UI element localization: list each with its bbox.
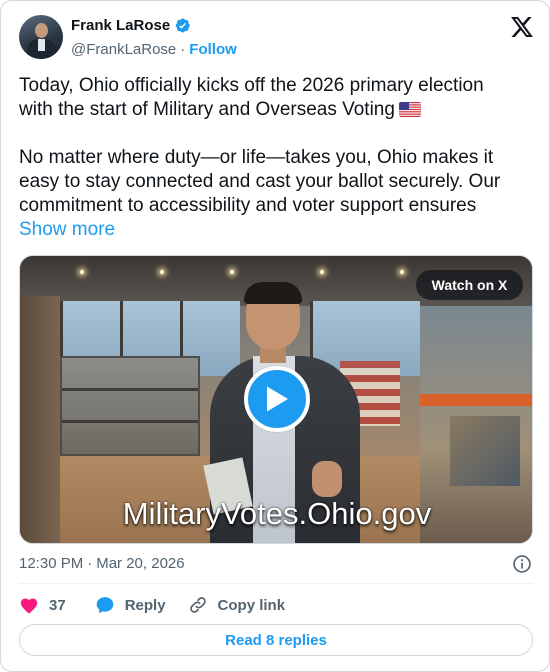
heart-icon — [20, 598, 38, 614]
copy-link-label: Copy link — [217, 596, 286, 614]
case-shelf — [62, 420, 198, 423]
author-handle-row: @FrankLaRose · Follow — [71, 41, 237, 58]
us-flag-icon — [398, 102, 421, 117]
video-player[interactable]: Watch on X MilitaryVotes.Ohio.gov — [19, 255, 533, 544]
video-caption: MilitaryVotes.Ohio.gov — [122, 496, 432, 531]
copy-link-button[interactable]: Copy link — [188, 595, 286, 615]
reply-button[interactable]: Reply — [95, 595, 166, 615]
exhibit-image — [450, 416, 520, 486]
footer-divider — [19, 583, 533, 584]
tweet-line-1: Today, Ohio officially kicks off the 202… — [19, 75, 484, 96]
tweet-date: Mar 20, 2026 — [96, 555, 185, 572]
tweet-timestamp[interactable]: 12:30 PM · Mar 20, 2026 — [19, 555, 185, 572]
tweet-paragraph-2: No matter where duty—or life—takes you, … — [19, 146, 529, 242]
play-button[interactable] — [244, 366, 310, 432]
read-replies-button[interactable]: Read 8 replies — [19, 624, 533, 656]
tweet-paragraph-2-text: No matter where duty—or life—takes you, … — [19, 147, 501, 216]
author-handle[interactable]: @FrankLaRose — [71, 41, 176, 58]
info-icon[interactable] — [512, 554, 532, 574]
ceiling-light — [230, 270, 234, 274]
avatar-shirt — [38, 39, 45, 51]
ceiling-light — [160, 270, 164, 274]
tweet-line-2-text: with the start of Military and Overseas … — [19, 99, 395, 120]
display-case — [60, 356, 200, 456]
timestamp-separator: · — [87, 555, 93, 572]
ceiling-light — [320, 270, 324, 274]
tweet-card: Frank LaRose @FrankLaRose · Follow Today… — [0, 0, 550, 672]
follow-button[interactable]: Follow — [189, 41, 237, 58]
avatar[interactable] — [19, 15, 63, 59]
link-icon — [189, 597, 206, 613]
author-display-name[interactable]: Frank LaRose — [71, 17, 170, 34]
tweet-line-2: with the start of Military and Overseas … — [19, 98, 529, 122]
x-logo-icon[interactable] — [511, 17, 533, 37]
person-hair — [244, 282, 302, 304]
play-icon — [267, 386, 288, 412]
tweet-time: 12:30 PM — [19, 555, 84, 572]
reply-label: Reply — [124, 596, 166, 614]
like-button[interactable]: 37 — [19, 596, 66, 614]
handle-separator: · — [180, 41, 186, 58]
exhibit-strip — [420, 394, 532, 406]
tweet-text: Today, Ohio officially kicks off the 202… — [19, 74, 529, 242]
ceiling-light — [400, 270, 404, 274]
chat-bubble-icon — [96, 597, 114, 614]
watch-on-x-button[interactable]: Watch on X — [416, 270, 523, 300]
like-count: 37 — [49, 596, 66, 614]
ceiling-light — [80, 270, 84, 274]
action-bar: 37 Reply Copy link — [19, 594, 285, 616]
avatar-head — [35, 23, 48, 38]
person-hand — [312, 461, 342, 497]
show-more-link[interactable]: Show more — [19, 219, 115, 240]
author-name-row: Frank LaRose — [71, 17, 191, 34]
case-shelf — [62, 388, 198, 391]
verified-badge-icon — [175, 18, 190, 33]
